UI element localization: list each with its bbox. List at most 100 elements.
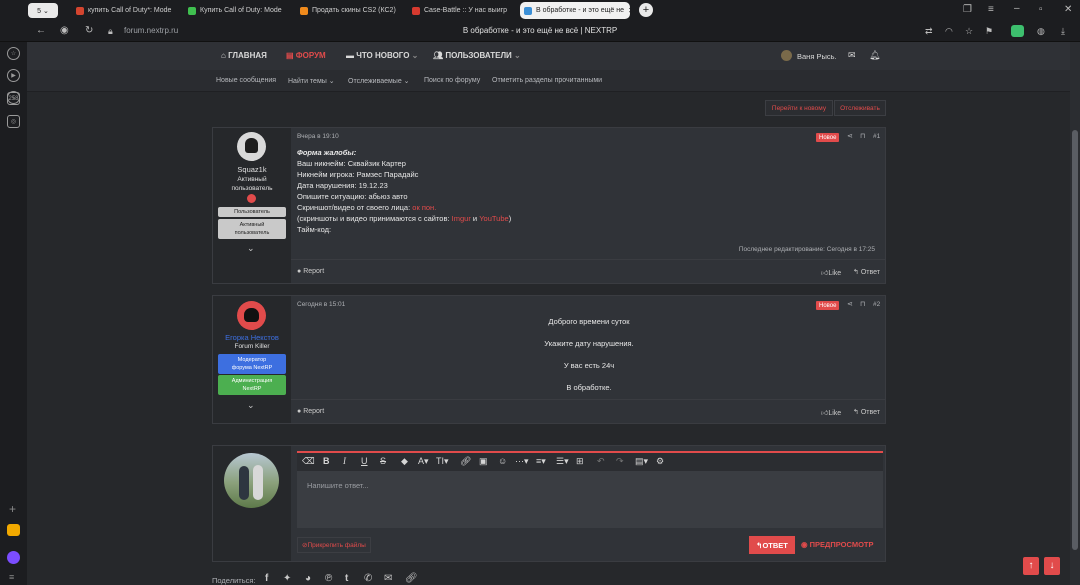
subnav-watched[interactable]: Отслеживаемые ⌄	[348, 77, 410, 85]
tab-1[interactable]: Купить Call of Duty: Mode	[184, 2, 292, 19]
expand-chevron-icon[interactable]: ⌄	[247, 400, 255, 411]
tab-3[interactable]: Case-Battle :: У нас выигр	[408, 2, 516, 19]
subnav-new-posts[interactable]: Новые сообщения	[216, 77, 276, 84]
align-icon[interactable]: ≡▾	[536, 456, 546, 467]
table-icon[interactable]: ⊞	[576, 456, 584, 467]
tumblr-icon[interactable]: t	[345, 573, 348, 584]
download-icon[interactable]: ⤓	[1061, 25, 1065, 37]
bookmark-icon[interactable]: ⚑	[985, 25, 993, 37]
subnav-search[interactable]: Поиск по форуму	[424, 77, 480, 84]
evidence-link[interactable]: ок пон.	[412, 203, 436, 212]
post-date[interactable]: Вчера в 19:10	[297, 133, 339, 140]
profile-icon[interactable]: ◍	[1037, 25, 1045, 37]
menu-icon[interactable]: ≡	[988, 4, 994, 16]
scrollbar-thumb[interactable]	[1072, 130, 1078, 550]
post-date[interactable]: Сегодня в 15:01	[297, 301, 345, 308]
more-icon[interactable]: ⋯▾	[515, 456, 529, 467]
link-icon[interactable]: 🔗︎	[460, 456, 471, 467]
redo-icon[interactable]: ↷	[616, 456, 624, 467]
italic-icon[interactable]: I	[343, 456, 346, 466]
font-family-icon[interactable]: A▾	[418, 456, 429, 467]
assistant-icon[interactable]	[7, 551, 20, 564]
bell-icon[interactable]: 🔔︎	[869, 50, 880, 61]
mail-app-icon[interactable]	[7, 524, 20, 536]
goto-new-button[interactable]: Перейти к новому	[765, 100, 833, 116]
minimize-icon[interactable]: –	[1014, 3, 1020, 15]
preview-button[interactable]: ◉ ПРЕДПРОСМОТР	[801, 540, 874, 549]
close-window-icon[interactable]: ✕	[1064, 4, 1072, 16]
imgur-link[interactable]: Imgur	[452, 214, 471, 223]
reply-button[interactable]: ↰ Ответ	[853, 268, 880, 276]
report-link[interactable]: ● Report	[297, 408, 324, 415]
bookmarks-icon[interactable]: ☆	[7, 47, 20, 60]
twitter-icon[interactable]: ✦	[283, 573, 291, 584]
author-avatar[interactable]	[237, 301, 266, 330]
bookmark-post-icon[interactable]: ⊓	[860, 300, 865, 308]
report-link[interactable]: ● Report	[297, 268, 324, 275]
drafts-icon[interactable]: ▤▾	[635, 456, 648, 467]
strikethrough-icon[interactable]: S	[380, 456, 386, 466]
add-panel-icon[interactable]: +	[9, 502, 16, 516]
editor-settings-icon[interactable]: ⚙	[656, 456, 664, 467]
text-color-icon[interactable]: ◆	[401, 456, 408, 467]
watch-thread-button[interactable]: Отслеживать	[834, 100, 886, 116]
extension-icon[interactable]	[1011, 25, 1024, 37]
reader-icon[interactable]: ◠	[945, 25, 953, 37]
page-scrollbar[interactable]	[1070, 42, 1080, 585]
underline-icon[interactable]: U	[361, 456, 368, 466]
translate-icon[interactable]: ⇄	[925, 25, 933, 37]
undo-icon[interactable]: ↶	[597, 456, 605, 467]
post-number[interactable]: #2	[873, 301, 880, 308]
bookmark-post-icon[interactable]: ⊓	[860, 132, 865, 140]
close-tab-icon[interactable]: ✕	[628, 6, 630, 15]
new-tab-button[interactable]: +	[639, 3, 653, 17]
tab-group-button[interactable]: 5 ⌄	[28, 3, 58, 18]
tab-4-active[interactable]: В обработке - и это ещё не✕	[520, 2, 630, 19]
maximize-icon[interactable]: ▫	[1039, 4, 1043, 16]
reply-editor[interactable]: Напишите ответ...	[297, 471, 883, 528]
tab-2[interactable]: Продать скины CS2 (КС2)	[296, 2, 404, 19]
reply-button[interactable]: ↰ Ответ	[853, 408, 880, 416]
like-button[interactable]: 👍︎Like	[821, 408, 841, 417]
list-icon[interactable]: ☰▾	[556, 456, 569, 467]
emoji-icon[interactable]: ☺	[498, 456, 507, 466]
facebook-icon[interactable]: f	[265, 573, 268, 584]
rail-settings-icon[interactable]: ≡	[9, 572, 14, 582]
author-name[interactable]: Егорка Некстов	[213, 333, 291, 342]
inbox-icon[interactable]: ✉	[848, 50, 856, 61]
scroll-down-button[interactable]: ↓	[1044, 557, 1060, 575]
collections-icon[interactable]: ❐	[963, 4, 972, 16]
post-number[interactable]: #1	[873, 133, 880, 140]
author-avatar[interactable]	[237, 132, 266, 161]
share-post-icon[interactable]: ⋖	[847, 300, 853, 308]
subnav-find-threads[interactable]: Найти темы ⌄	[288, 77, 335, 85]
nav-forum[interactable]: ▤ ФОРУМ	[286, 51, 326, 60]
counter-icon[interactable]: 258	[7, 92, 20, 105]
submit-reply-button[interactable]: ↰ ОТВЕТ	[749, 536, 795, 554]
whatsapp-icon[interactable]: ✆	[364, 573, 372, 584]
author-name[interactable]: Squaz1k	[213, 165, 291, 174]
user-avatar[interactable]	[781, 50, 792, 61]
nav-home[interactable]: ⌂ ГЛАВНАЯ	[221, 51, 267, 60]
youtube-link[interactable]: YouTube	[479, 214, 508, 223]
bookmark-star-icon[interactable]: ☆	[965, 25, 973, 37]
nav-users[interactable]: 👥︎ ПОЛЬЗОВАТЕЛИ ⌄	[433, 51, 521, 60]
nav-whats-new[interactable]: ▬ ЧТО НОВОГО ⌄	[346, 51, 418, 60]
user-name[interactable]: Ваня Рысь.	[797, 52, 837, 61]
clear-format-icon[interactable]: ⌫	[302, 456, 315, 467]
bold-icon[interactable]: B	[323, 456, 330, 466]
reddit-icon[interactable]: ◕	[305, 573, 311, 584]
attach-files-button[interactable]: ⊘ Прикрепить файлы	[297, 537, 371, 553]
like-button[interactable]: 👍︎Like	[821, 268, 841, 277]
scroll-up-button[interactable]: ↑	[1023, 557, 1039, 575]
image-icon[interactable]: ▣	[479, 456, 488, 467]
subnav-mark-read[interactable]: Отметить разделы прочитанными	[492, 77, 602, 84]
font-size-icon[interactable]: TI▾	[436, 456, 449, 467]
video-icon[interactable]: ▶	[7, 69, 20, 82]
screenshot-icon[interactable]: ◎	[7, 115, 20, 128]
current-user-avatar[interactable]	[224, 453, 279, 508]
expand-chevron-icon[interactable]: ⌄	[247, 243, 255, 254]
tab-0[interactable]: купить Call of Duty*: Mode	[72, 2, 180, 19]
pinterest-icon[interactable]: ℗	[325, 573, 332, 584]
share-link-icon[interactable]: 🔗︎	[405, 573, 418, 584]
